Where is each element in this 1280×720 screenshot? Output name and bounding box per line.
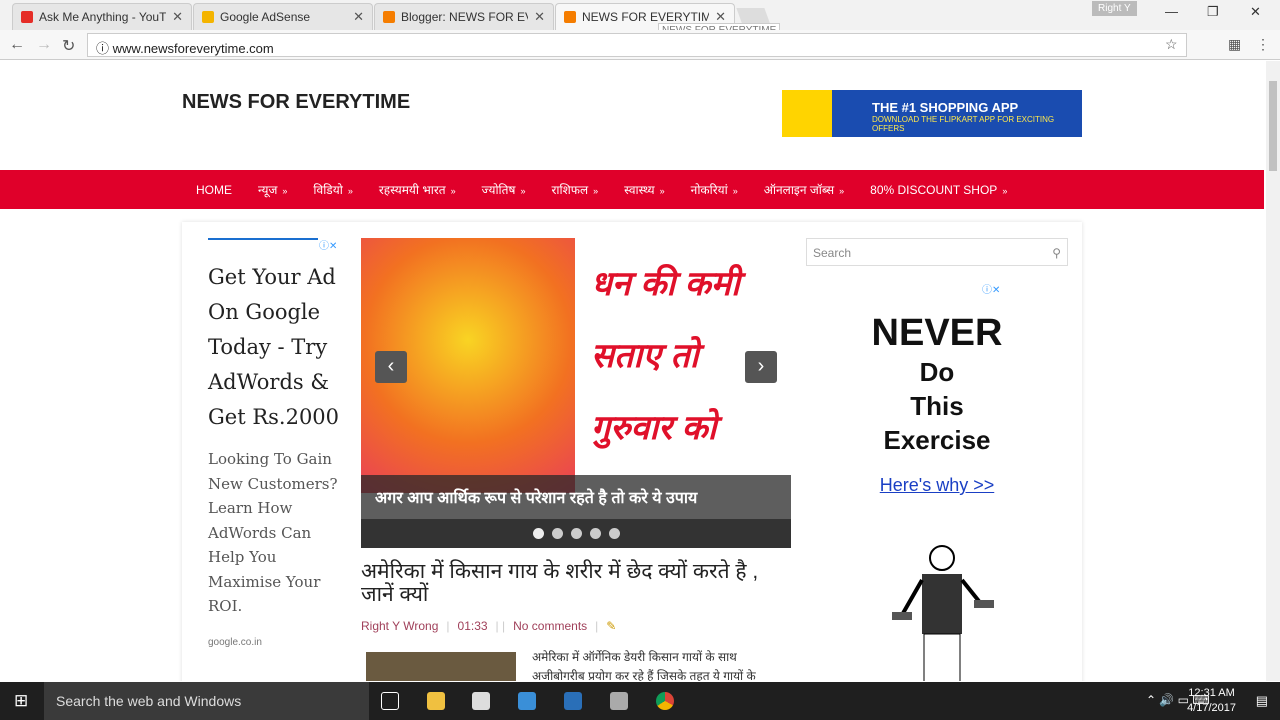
info-icon[interactable]: ⓘ xyxy=(96,41,109,56)
content-container: ⓘ✕ Get Your Ad On Google Today - Try AdW… xyxy=(182,222,1082,681)
flipkart-banner-ad[interactable]: THE #1 SHOPPING APP DOWNLOAD THE FLIPKART… xyxy=(782,90,1082,137)
star-icon[interactable]: ☆ xyxy=(1165,36,1178,53)
tab-bar: Ask Me Anything - YouTube✕ Google AdSens… xyxy=(0,0,1280,38)
adsense-icon xyxy=(202,11,214,23)
store-icon[interactable] xyxy=(472,692,490,710)
menu-item-discount-shop[interactable]: 80% DISCOUNT SHOP» xyxy=(870,183,1007,197)
adwords-ad[interactable]: Get Your Ad On Google Today - Try AdWord… xyxy=(208,238,348,648)
exercise-ad[interactable]: NEVER Do This Exercise Here's why >> xyxy=(842,312,1032,496)
tab-youtube[interactable]: Ask Me Anything - YouTube✕ xyxy=(12,3,192,30)
file-explorer-icon[interactable] xyxy=(427,692,445,710)
menu-item-mystery[interactable]: रहस्यमयी भारत» xyxy=(379,181,456,198)
close-icon[interactable]: ✕ xyxy=(172,9,183,25)
menu-item-jobs[interactable]: नोकरियां» xyxy=(691,181,738,198)
app-icon[interactable] xyxy=(610,692,628,710)
page-scrollbar[interactable] xyxy=(1266,61,1280,681)
back-button[interactable]: ← xyxy=(9,36,25,54)
app-icon[interactable] xyxy=(564,692,582,710)
slide-dot[interactable] xyxy=(570,528,582,539)
site-title[interactable]: NEWS FOR EVERYTIME xyxy=(182,91,410,114)
slide-dot[interactable] xyxy=(532,528,544,539)
tab-adsense[interactable]: Google AdSense ✕ xyxy=(193,3,373,30)
blogger-icon xyxy=(564,11,576,23)
edit-pencil-icon[interactable]: ✎ xyxy=(606,619,616,633)
image-slider[interactable]: धन की कमी सताए तो गुरुवार को ‹ › अगर आप … xyxy=(361,238,791,548)
menu-icon[interactable]: ⋮ xyxy=(1256,36,1270,53)
close-icon[interactable]: ✕ xyxy=(534,9,545,25)
search-input[interactable]: Search ⚲ xyxy=(806,238,1068,266)
web-page: NEWS FOR EVERYTIME THE #1 SHOPPING APP DO… xyxy=(0,61,1266,681)
extension-icon[interactable]: ▦ xyxy=(1228,36,1241,53)
post-excerpt: अमेरिका में ऑर्गेनिक डेयरी किसान गायों क… xyxy=(532,650,756,681)
task-view-icon[interactable] xyxy=(381,692,399,710)
menu-item-video[interactable]: विडियो» xyxy=(313,181,352,198)
slide-dot[interactable] xyxy=(589,528,601,539)
slide-caption[interactable]: अगर आप आर्थिक रूप से परेशान रहते है तो क… xyxy=(361,475,791,519)
youtube-icon xyxy=(21,11,33,23)
chrome-icon[interactable] xyxy=(656,692,674,710)
slide-dot[interactable] xyxy=(608,528,620,539)
slide-dot[interactable] xyxy=(551,528,563,539)
menu-item-home[interactable]: HOME xyxy=(196,183,232,197)
next-slide-button[interactable]: › xyxy=(745,351,777,383)
close-icon[interactable]: ✕ xyxy=(353,9,364,25)
tab-blogger[interactable]: Blogger: NEWS FOR EVERYTIME✕ xyxy=(374,3,554,30)
forward-button[interactable]: → xyxy=(36,36,52,54)
prev-slide-button[interactable]: ‹ xyxy=(375,351,407,383)
post-time[interactable]: 01:33 xyxy=(458,619,488,633)
menu-item-astrology[interactable]: ज्योतिष» xyxy=(482,181,526,198)
address-bar-row: ← → ↻ ⓘ www.newsforeverytime.com ☆ ▦ ⋮ xyxy=(0,30,1280,60)
main-menu: HOME न्यूज» विडियो» रहस्यमयी भारत» ज्योत… xyxy=(0,170,1264,209)
blogger-icon xyxy=(383,11,395,23)
slide-dots xyxy=(361,519,791,548)
adchoices-icon[interactable]: ⓘ✕ xyxy=(982,281,1000,296)
taskbar-search[interactable]: Search the web and Windows xyxy=(44,682,369,720)
profile-button[interactable]: Right Y xyxy=(1092,1,1137,16)
post-thumbnail[interactable] xyxy=(366,652,516,681)
clock[interactable]: 12:31 AM 4/17/2017 xyxy=(1187,686,1236,716)
menu-item-horoscope[interactable]: राशिफल» xyxy=(551,181,598,198)
menu-item-online-jobs[interactable]: ऑनलाइन जॉब्स» xyxy=(764,181,844,198)
windows-start-icon[interactable]: ⊞ xyxy=(14,691,28,711)
post-title[interactable]: अमेरिका में किसान गाय के शरीर में छेद क्… xyxy=(361,560,791,606)
search-icon[interactable]: ⚲ xyxy=(1052,246,1061,260)
menu-item-news[interactable]: न्यूज» xyxy=(258,181,287,198)
app-icon[interactable] xyxy=(518,692,536,710)
exercise-man-illustration xyxy=(892,545,994,681)
post-author[interactable]: Right Y Wrong xyxy=(361,619,438,633)
minimize-button[interactable]: — xyxy=(1165,4,1178,19)
taskbar: ⊞ Search the web and Windows ⌃ 🔊 ▭ ⌨ 12:… xyxy=(0,682,1280,720)
menu-item-health[interactable]: स्वास्थ्य» xyxy=(624,181,664,198)
post-meta: Right Y Wrong | 01:33 | | No comments | ✎ xyxy=(361,619,617,633)
url-input[interactable]: ⓘ www.newsforeverytime.com xyxy=(87,33,1187,57)
post-comments[interactable]: No comments xyxy=(513,619,587,633)
reload-button[interactable]: ↻ xyxy=(62,36,75,56)
close-window-button[interactable]: ✕ xyxy=(1250,4,1261,20)
notifications-icon[interactable]: ▤ xyxy=(1256,693,1268,709)
restore-button[interactable]: ❐ xyxy=(1207,4,1219,20)
